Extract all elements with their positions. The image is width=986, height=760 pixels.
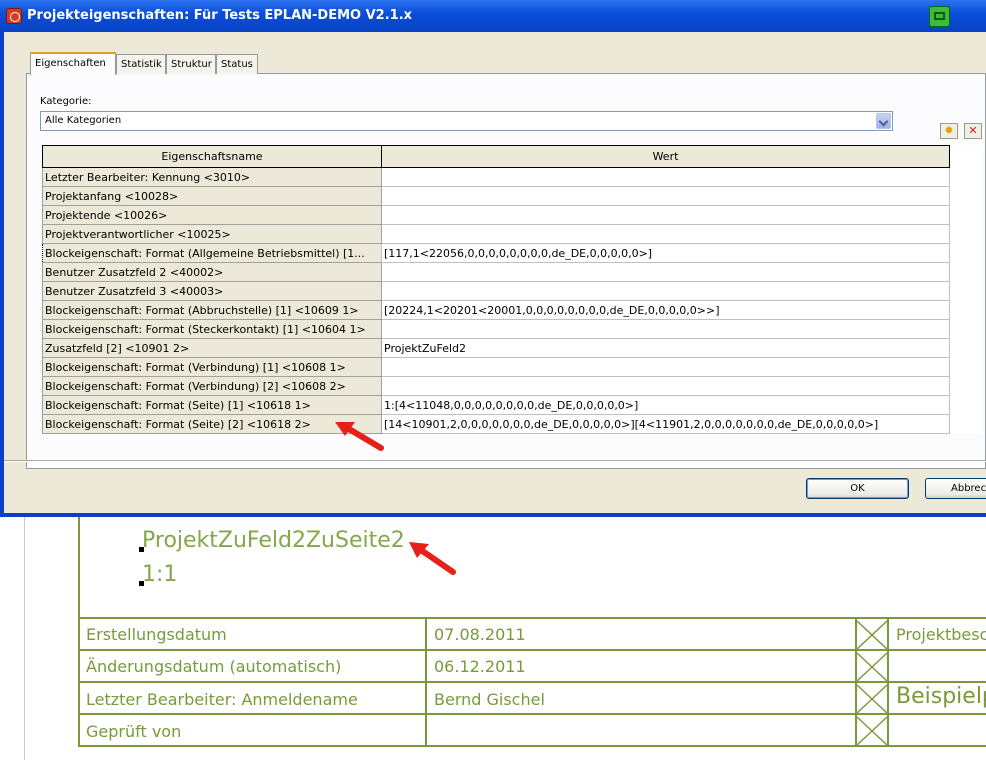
drawing-text-scale[interactable]: 1:1 xyxy=(142,562,177,587)
table-row[interactable]: Blockeigenschaft: Format (Seite) [2] <10… xyxy=(42,414,950,434)
property-value[interactable] xyxy=(381,376,950,396)
tab-eigenschaften[interactable]: Eigenschaften xyxy=(30,52,116,75)
property-name: Blockeigenschaft: Format (Steckerkontakt… xyxy=(42,319,382,339)
property-value[interactable] xyxy=(381,205,950,225)
tab-status[interactable]: Status xyxy=(216,54,258,74)
property-name: Letzter Bearbeiter: Kennung <3010> xyxy=(42,167,382,187)
cross-box-icon xyxy=(856,620,888,650)
table-row[interactable]: Projektverantwortlicher <10025> xyxy=(42,224,950,244)
grid-empty-area xyxy=(948,145,982,433)
title-block-line xyxy=(78,713,986,715)
property-value[interactable]: [14<10901,2,0,0,0,0,0,0,0,de_DE,0,0,0,0,… xyxy=(381,414,950,434)
property-name: Blockeigenschaft: Format (Verbindung) [2… xyxy=(42,376,382,396)
title-block-label: Letzter Bearbeiter: Anmeldename xyxy=(86,690,358,709)
table-row[interactable]: Benutzer Zusatzfeld 3 <40003> xyxy=(42,281,950,301)
drawing-text-field2[interactable]: ProjektZuFeld2ZuSeite2 xyxy=(142,528,405,553)
column-header-name[interactable]: Eigenschaftsname xyxy=(42,145,382,168)
title-block-line xyxy=(78,681,986,683)
project-properties-dialog: Projekteigenschaften: Für Tests EPLAN-DE… xyxy=(0,0,986,517)
property-value[interactable]: [20224,1<20201<20001,0,0,0,0,0,0,0,0,de_… xyxy=(381,300,950,320)
window-restore-icon[interactable] xyxy=(929,6,950,27)
column-header-value[interactable]: Wert xyxy=(381,145,950,168)
property-name: Blockeigenschaft: Format (Seite) [2] <10… xyxy=(42,414,382,434)
title-block-value: 07.08.2011 xyxy=(434,625,526,644)
table-row[interactable]: Blockeigenschaft: Format (Seite) [1] <10… xyxy=(42,395,950,415)
table-row-selected[interactable]: Blockeigenschaft: Format (Allgemeine Bet… xyxy=(42,243,950,263)
category-select[interactable]: Alle Kategorien xyxy=(40,111,893,131)
ok-button[interactable]: OK xyxy=(806,478,909,499)
property-value[interactable] xyxy=(381,357,950,377)
title-block-label: Änderungsdatum (automatisch) xyxy=(86,657,342,676)
table-row[interactable]: Blockeigenschaft: Format (Steckerkontakt… xyxy=(42,319,950,339)
title-block-divider xyxy=(425,617,427,747)
chevron-down-icon[interactable] xyxy=(876,113,891,129)
cross-box-icon xyxy=(856,652,888,682)
property-value[interactable] xyxy=(381,224,950,244)
table-row[interactable]: Benutzer Zusatzfeld 2 <40002> xyxy=(42,262,950,282)
dialog-separator xyxy=(4,460,986,462)
property-value[interactable] xyxy=(381,262,950,282)
drawing-border-line xyxy=(24,515,25,760)
title-block-label: Erstellungsdatum xyxy=(86,625,227,644)
property-name: Blockeigenschaft: Format (Seite) [1] <10… xyxy=(42,395,382,415)
title-block-line xyxy=(78,617,986,619)
title-block-right: Beispielp xyxy=(896,684,986,709)
property-value[interactable]: ProjektZuFeld2 xyxy=(381,338,950,358)
property-value[interactable]: [117,1<22056,0,0,0,0,0,0,0,0,de_DE,0,0,0… xyxy=(381,243,950,263)
red-arrow-icon xyxy=(335,422,384,451)
title-block-line xyxy=(78,649,986,651)
properties-table: Eigenschaftsname Wert Letzter Bearbeiter… xyxy=(42,145,950,434)
property-value[interactable]: 1:[4<11048,0,0,0,0,0,0,0,0,de_DE,0,0,0,0… xyxy=(381,395,950,415)
red-arrow-icon xyxy=(409,542,456,575)
property-name: Benutzer Zusatzfeld 3 <40003> xyxy=(42,281,382,301)
title-block-value: Bernd Gischel xyxy=(434,690,545,709)
category-value: Alle Kategorien xyxy=(45,115,122,126)
property-value[interactable] xyxy=(381,319,950,339)
property-value[interactable] xyxy=(381,186,950,206)
property-value[interactable] xyxy=(381,167,950,187)
table-row[interactable]: Blockeigenschaft: Format (Verbindung) [1… xyxy=(42,357,950,377)
property-name: Projektanfang <10028> xyxy=(42,186,382,206)
property-name: Projektende <10026> xyxy=(42,205,382,225)
cancel-button[interactable]: Abbrech xyxy=(925,478,986,499)
property-name: Zusatzfeld [2] <10901 2> xyxy=(42,338,382,358)
delete-x-icon[interactable]: ✕ xyxy=(964,123,982,139)
table-row[interactable]: Blockeigenschaft: Format (Abbruchstelle)… xyxy=(42,300,950,320)
table-row[interactable]: Projektende <10026> xyxy=(42,205,950,225)
property-name: Blockeigenschaft: Format (Allgemeine Bet… xyxy=(42,243,382,263)
tab-statistik[interactable]: Statistik xyxy=(116,54,166,74)
title-block-value: 06.12.2011 xyxy=(434,657,526,676)
cross-box-icon xyxy=(856,716,888,746)
table-row[interactable]: Zusatzfeld [2] <10901 2> ProjektZuFeld2 xyxy=(42,338,950,358)
property-name: Blockeigenschaft: Format (Abbruchstelle)… xyxy=(42,300,382,320)
table-row[interactable]: Projektanfang <10028> xyxy=(42,186,950,206)
title-block-right: Projektbesc xyxy=(896,625,986,644)
property-name: Blockeigenschaft: Format (Verbindung) [1… xyxy=(42,357,382,377)
cross-box-icon xyxy=(856,684,888,714)
property-name: Projektverantwortlicher <10025> xyxy=(42,224,382,244)
dialog-title: Projekteigenschaften: Für Tests EPLAN-DE… xyxy=(27,8,413,23)
tab-struktur[interactable]: Struktur xyxy=(166,54,216,74)
title-block-label: Geprüft von xyxy=(86,722,182,741)
property-value[interactable] xyxy=(381,281,950,301)
category-label: Kategorie: xyxy=(40,96,92,107)
new-star-icon[interactable]: ✹ xyxy=(940,123,958,139)
property-name: Benutzer Zusatzfeld 2 <40002> xyxy=(42,262,382,282)
table-row[interactable]: Letzter Bearbeiter: Kennung <3010> xyxy=(42,167,950,187)
dialog-titlebar[interactable]: Projekteigenschaften: Für Tests EPLAN-DE… xyxy=(0,0,986,32)
table-row[interactable]: Blockeigenschaft: Format (Verbindung) [2… xyxy=(42,376,950,396)
eplan-app-icon xyxy=(6,8,22,24)
